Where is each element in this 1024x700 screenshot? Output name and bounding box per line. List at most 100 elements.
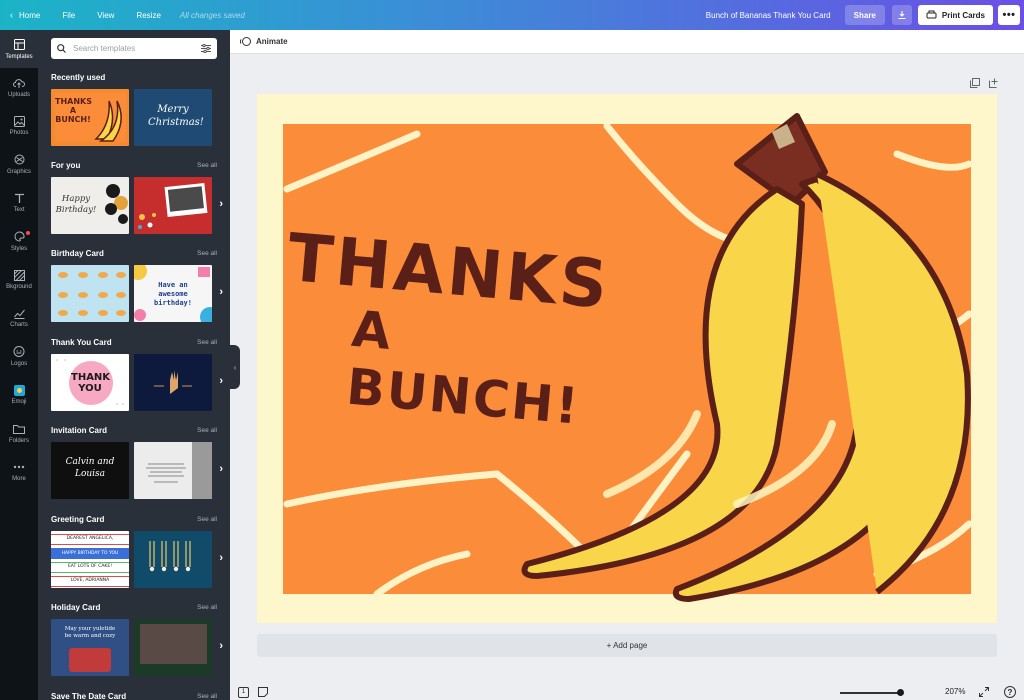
rail-item-emoji[interactable]: Emoji <box>0 376 38 414</box>
search-icon <box>57 44 66 53</box>
rail-item-charts[interactable]: Charts <box>0 299 38 337</box>
chevron-right-icon[interactable]: › <box>219 552 223 564</box>
chevron-right-icon[interactable]: › <box>219 640 223 652</box>
template-thumbnail[interactable] <box>134 442 212 499</box>
rail-item-templates[interactable]: Templates <box>0 30 38 69</box>
see-all-link[interactable]: See all <box>197 516 217 523</box>
section-title: Holiday Card <box>51 602 101 612</box>
card-headline[interactable]: THANKS A BUNCH! <box>275 219 620 438</box>
bottom-bar: 1 207% ? <box>230 684 1024 700</box>
see-all-link[interactable]: See all <box>197 339 217 346</box>
template-thumbnail[interactable]: THANKS A BUNCH! <box>51 89 129 146</box>
see-all-link[interactable]: See all <box>197 250 217 257</box>
chevron-left-icon: ‹ <box>10 10 13 20</box>
download-button[interactable] <box>891 5 912 25</box>
home-button[interactable]: ‹ Home <box>10 10 51 20</box>
templates-panel: Recently used THANKS A BUNCH! Merry Chri… <box>38 30 230 700</box>
rail-item-background[interactable]: Bkground <box>0 260 38 298</box>
more-icon <box>13 461 25 473</box>
template-thumbnail[interactable]: Happy Birthday! <box>51 177 129 234</box>
chevron-right-icon[interactable]: › <box>219 286 223 298</box>
add-page-icon[interactable] <box>987 77 999 89</box>
section-title: Recently used <box>51 72 106 82</box>
notes-icon[interactable] <box>257 687 268 698</box>
more-options-button[interactable]: ••• <box>998 5 1020 25</box>
text-icon <box>13 192 25 204</box>
see-all-link[interactable]: See all <box>197 693 217 700</box>
rail-item-folders[interactable]: Folders <box>0 414 38 452</box>
chevron-right-icon[interactable]: › <box>219 198 223 210</box>
section-title: Greeting Card <box>51 514 105 524</box>
zoom-level[interactable]: 207% <box>945 687 965 696</box>
template-thumbnail[interactable]: Calvin and Louisa <box>51 442 129 499</box>
see-all-link[interactable]: See all <box>197 604 217 611</box>
thumbnail-text: May your yuletide be warm and cozy <box>64 626 116 639</box>
photo <box>69 648 111 672</box>
view-menu[interactable]: View <box>86 11 125 20</box>
rail-item-more[interactable]: More <box>0 452 38 490</box>
chevron-right-icon[interactable]: › <box>219 375 223 387</box>
share-button[interactable]: Share <box>844 5 885 25</box>
zoom-slider[interactable] <box>840 692 900 694</box>
template-thumbnail[interactable] <box>51 265 129 322</box>
thumbnail-text: Have an awesome birthday! <box>154 281 192 307</box>
safety-pins-graphic <box>149 541 191 572</box>
chevron-left-icon: ‹ <box>233 362 237 372</box>
rail-item-text[interactable]: Text <box>0 184 38 222</box>
section-title: Invitation Card <box>51 425 108 435</box>
fullscreen-icon[interactable] <box>978 686 990 698</box>
confetti-graphic <box>138 213 156 229</box>
template-thumbnail[interactable] <box>134 531 212 588</box>
file-menu[interactable]: File <box>51 11 86 20</box>
resize-menu[interactable]: Resize <box>125 11 171 20</box>
section-recently-used: Recently used THANKS A BUNCH! Merry Chri… <box>51 71 217 146</box>
template-thumbnail[interactable] <box>134 619 212 676</box>
zoom-slider-handle[interactable] <box>897 689 904 696</box>
template-thumbnail[interactable]: DEAREST ANGELICA, HAPPY BIRTHDAY TO YOU … <box>51 531 129 588</box>
filter-icon[interactable] <box>201 44 211 53</box>
rail-item-photos[interactable]: Photos <box>0 107 38 145</box>
search-input[interactable] <box>73 44 201 53</box>
design-canvas[interactable]: THANKS A BUNCH! <box>257 94 997 623</box>
animate-button[interactable]: Animate <box>240 36 288 47</box>
styles-icon <box>13 231 25 243</box>
rail-item-uploads[interactable]: Uploads <box>0 68 38 106</box>
see-all-link[interactable]: See all <box>197 162 217 169</box>
rail-item-styles[interactable]: Styles <box>0 222 38 260</box>
canvas-tools <box>963 77 999 89</box>
rail-item-graphics[interactable]: Graphics <box>0 145 38 183</box>
greeting-line: HAPPY BIRTHDAY TO YOU <box>51 548 129 559</box>
folders-icon <box>13 423 25 435</box>
template-thumbnail[interactable] <box>134 354 212 411</box>
logos-icon <box>13 346 25 358</box>
section-for-you: For you See all Happy Birthday! › <box>51 159 223 234</box>
document-title[interactable]: Bunch of Bananas Thank You Card <box>706 11 831 20</box>
thumbnail-text: Happy Birthday! <box>55 194 97 215</box>
photo-strip <box>192 442 212 499</box>
graphics-icon <box>13 154 25 166</box>
thumbnail-text: THANKS A BUNCH! <box>55 97 92 124</box>
print-cards-button[interactable]: Print Cards <box>917 5 993 25</box>
print-icon <box>926 10 937 19</box>
see-all-link[interactable]: See all <box>197 427 217 434</box>
search-box[interactable] <box>51 38 217 59</box>
template-thumbnail[interactable]: THANK YOU <box>51 354 129 411</box>
notification-dot <box>26 230 30 235</box>
save-status: All changes saved <box>179 10 245 20</box>
page-number-icon[interactable]: 1 <box>238 686 249 698</box>
template-thumbnail[interactable] <box>134 177 212 234</box>
add-page-button[interactable]: + Add page <box>257 634 997 657</box>
template-thumbnail[interactable]: Have an awesome birthday! <box>134 265 212 322</box>
template-thumbnail[interactable]: May your yuletide be warm and cozy <box>51 619 129 676</box>
template-thumbnail[interactable]: Merry Christmas! <box>134 89 212 146</box>
top-bar: ‹ Home File View Resize All changes save… <box>0 0 1024 30</box>
help-icon[interactable]: ? <box>1004 686 1016 698</box>
section-save-the-date-card: Save The Date Card See all <box>51 690 217 700</box>
chevron-right-icon[interactable]: › <box>219 463 223 475</box>
duplicate-page-icon[interactable] <box>969 77 981 89</box>
photo <box>140 624 207 664</box>
rail-item-logos[interactable]: Logos <box>0 337 38 375</box>
collapse-panel-button[interactable]: ‹ <box>230 345 240 389</box>
pattern-graphic <box>58 272 126 316</box>
section-title: For you <box>51 160 81 170</box>
